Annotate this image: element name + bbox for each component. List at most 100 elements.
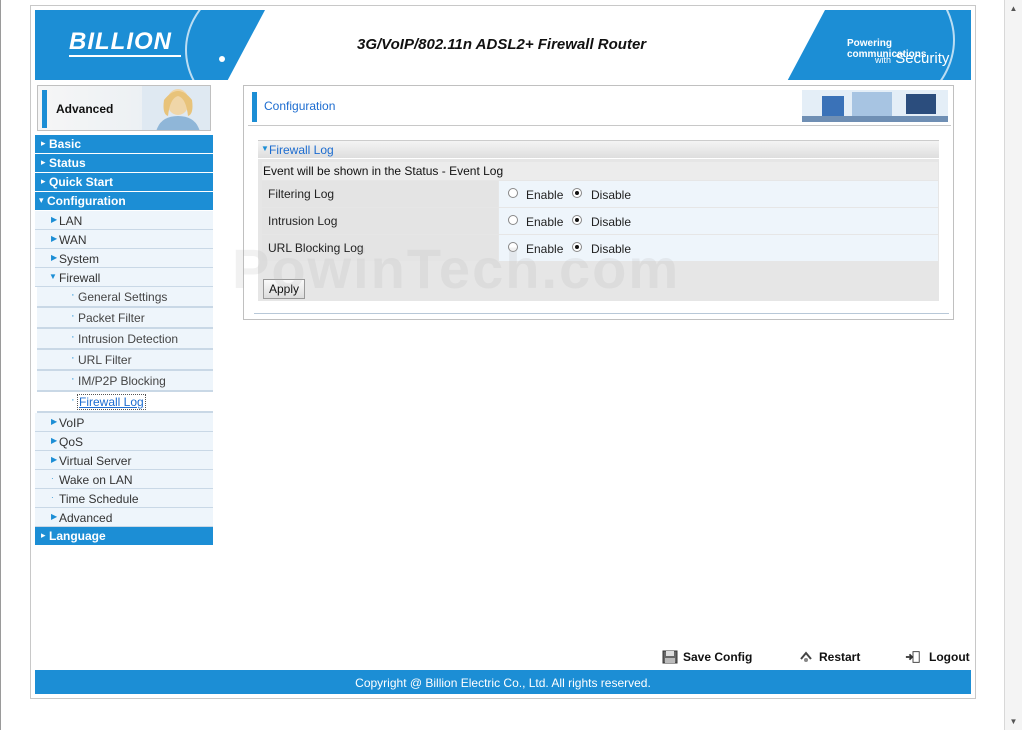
header-arc-decoration	[185, 10, 385, 80]
advanced-mode-label: Advanced	[56, 102, 114, 116]
menu-label: Language	[49, 529, 106, 543]
menu-label: Firewall	[59, 271, 101, 285]
filtering-log-enable-radio[interactable]	[508, 188, 518, 198]
menu-label: LAN	[59, 214, 83, 228]
advanced-mode-banner: Advanced	[37, 85, 211, 131]
row-label: Filtering Log	[262, 181, 498, 207]
menu-label: Firewall Log	[77, 394, 146, 410]
header-dot-decoration	[219, 56, 225, 62]
menu-item-firewall-log[interactable]: · Firewall Log	[37, 392, 213, 413]
triangle-right-icon: ▶	[51, 436, 58, 445]
footer-copyright: Copyright @ Billion Electric Co., Ltd. A…	[35, 670, 971, 694]
menu-item-quick-start[interactable]: ▸ Quick Start	[35, 173, 213, 191]
menu-label: Intrusion Detection	[78, 332, 179, 346]
triangle-right-icon: ▸	[41, 138, 46, 148]
section-divider	[248, 125, 951, 126]
menu-item-intrusion-detection[interactable]: · Intrusion Detection	[37, 329, 213, 350]
triangle-right-icon: ▸	[41, 176, 46, 186]
menu-item-language[interactable]: ▸ Language	[35, 527, 213, 545]
billion-logo: BILLION	[69, 28, 172, 55]
menu-label: Virtual Server	[59, 454, 132, 468]
restart-icon	[800, 651, 812, 662]
menu-item-general-settings[interactable]: · General Settings	[37, 287, 213, 308]
section-title: Configuration	[264, 99, 336, 113]
radio-label: Disable	[591, 215, 632, 229]
logo-underline	[69, 55, 181, 57]
menu-label: Status	[49, 156, 86, 170]
firewall-log-panel-header[interactable]: ▼ Firewall Log	[258, 140, 939, 158]
restart-label: Restart	[819, 650, 861, 664]
bullet-icon: ·	[71, 373, 75, 385]
section-accent-bar	[252, 92, 257, 122]
header-banner: BILLION 3G/VoIP/802.11n ADSL2+ Firewall …	[35, 10, 971, 80]
menu-item-configuration[interactable]: ▾ Configuration	[35, 192, 213, 210]
triangle-right-icon: ▶	[51, 417, 58, 426]
menu-label: QoS	[59, 435, 84, 449]
triangle-right-icon: ▶	[51, 215, 58, 224]
bullet-icon: ·	[71, 289, 75, 301]
menu-item-wan[interactable]: ▶ WAN	[35, 230, 213, 249]
menu-label: IM/P2P Blocking	[78, 374, 166, 388]
menu-label: Wake on LAN	[59, 473, 133, 487]
menu-item-system[interactable]: ▶ System	[35, 249, 213, 268]
menu-item-voip[interactable]: ▶ VoIP	[35, 413, 213, 432]
floppy-disk-icon	[662, 650, 678, 664]
person-photo-icon	[142, 86, 210, 130]
menu-label: Time Schedule	[59, 492, 139, 506]
triangle-right-icon: ▸	[41, 157, 46, 167]
menu-item-url-filter[interactable]: · URL Filter	[37, 350, 213, 371]
row-options: Enable Disable	[499, 208, 938, 234]
menu-item-basic[interactable]: ▸ Basic	[35, 135, 213, 153]
menu-label: System	[59, 252, 100, 266]
menu-item-im-p2p-blocking[interactable]: · IM/P2P Blocking	[37, 371, 213, 392]
vertical-scrollbar[interactable]: ▲ ▼	[1004, 0, 1022, 730]
menu-item-firewall[interactable]: ▼ Firewall	[35, 268, 213, 287]
triangle-right-icon: ▸	[41, 530, 46, 540]
header-dot-decoration	[271, 16, 277, 22]
bullet-icon: ·	[71, 394, 75, 406]
logout-door-icon	[905, 651, 920, 663]
triangle-down-icon: ▾	[39, 195, 44, 205]
scroll-up-arrow-icon[interactable]: ▲	[1008, 3, 1019, 14]
menu-item-packet-filter[interactable]: · Packet Filter	[37, 308, 213, 329]
header-dot-decoration	[725, 24, 731, 30]
intrusion-log-enable-radio[interactable]	[508, 215, 518, 225]
row-options: Enable Disable	[499, 181, 938, 207]
menu-item-time-schedule[interactable]: · Time Schedule	[35, 489, 213, 508]
row-label: Intrusion Log	[262, 208, 498, 234]
panel-bottom-divider	[254, 313, 949, 314]
menu-label: Packet Filter	[78, 311, 145, 325]
menu-label: Basic	[49, 137, 82, 151]
triangle-down-icon: ▼	[49, 272, 57, 281]
product-title: 3G/VoIP/802.11n ADSL2+ Firewall Router	[357, 36, 647, 53]
logout-label: Logout	[929, 650, 970, 664]
radio-label: Enable	[526, 215, 564, 229]
event-log-note: Event will be shown in the Status - Even…	[262, 162, 938, 180]
scroll-down-arrow-icon[interactable]: ▼	[1008, 716, 1019, 727]
triangle-right-icon: ▶	[51, 253, 58, 262]
triangle-right-icon: ▶	[51, 512, 58, 521]
save-config-label: Save Config	[683, 650, 753, 664]
menu-item-virtual-server[interactable]: ▶ Virtual Server	[35, 451, 213, 470]
intrusion-log-row: Intrusion Log Enable Disable	[262, 208, 938, 234]
menu-item-lan[interactable]: ▶ LAN	[35, 211, 213, 230]
menu-item-wake-on-lan[interactable]: · Wake on LAN	[35, 470, 213, 489]
menu-item-status[interactable]: ▸ Status	[35, 154, 213, 172]
slogan-line2: with Security	[875, 50, 949, 67]
slogan-security: Security	[895, 50, 950, 67]
panel-title: Firewall Log	[269, 143, 334, 157]
radio-label: Enable	[526, 188, 564, 202]
menu-item-advanced[interactable]: ▶ Advanced	[35, 508, 213, 527]
menu-label: General Settings	[78, 290, 168, 304]
menu-label: VoIP	[59, 416, 85, 430]
intrusion-log-disable-radio[interactable]	[572, 215, 582, 225]
filtering-log-disable-radio[interactable]	[572, 188, 582, 198]
left-nav-menu: ▸ Basic ▸ Status ▸ Quick Start ▾ Configurati…	[35, 135, 213, 546]
bullet-icon: ·	[51, 493, 54, 502]
radio-label: Disable	[591, 188, 632, 202]
triangle-right-icon: ▶	[51, 234, 58, 243]
menu-label: Quick Start	[49, 175, 114, 189]
menu-item-qos[interactable]: ▶ QoS	[35, 432, 213, 451]
filtering-log-row: Filtering Log Enable Disable	[262, 181, 938, 207]
bullet-icon: ·	[71, 310, 75, 322]
